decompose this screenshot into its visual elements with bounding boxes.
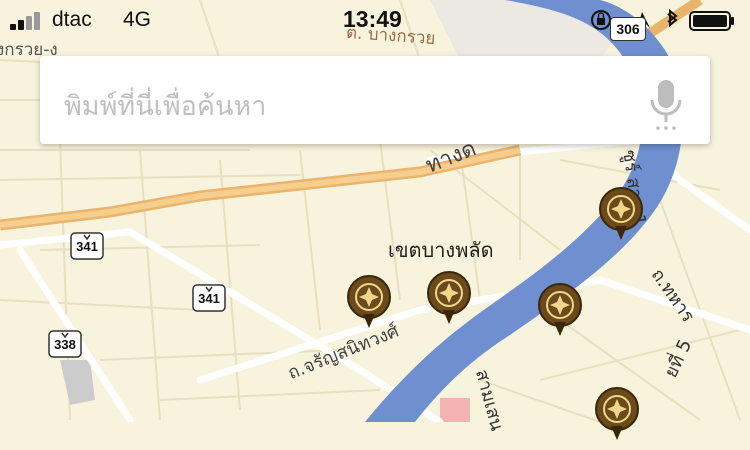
status-bar: dtac 4G 13:49 306 [0, 0, 750, 41]
temple-pin[interactable] [594, 386, 640, 446]
route-shield-label: 341 [198, 291, 220, 306]
network-type: 4G [123, 8, 152, 31]
rotation-lock-icon [591, 10, 611, 30]
route-badge-label: 306 [616, 21, 640, 37]
route-shield-341: 341 [70, 232, 104, 260]
pink-block [440, 398, 470, 422]
clock: 13:49 [343, 6, 402, 32]
label-district: เขตบางพลัด [388, 238, 494, 262]
route-shield-label: 338 [54, 337, 76, 352]
route-badge-306: 306 [610, 17, 646, 41]
carrier-name: dtac [52, 8, 92, 31]
temple-pin[interactable] [537, 282, 583, 342]
microphone-icon[interactable] [646, 76, 686, 132]
route-shield-label: 341 [76, 239, 98, 254]
temple-pin[interactable] [426, 270, 472, 330]
route-shield-338: 338 [48, 330, 82, 358]
battery-icon [689, 11, 734, 31]
bluetooth-icon [667, 8, 678, 28]
search-input[interactable]: พิมพ์ที่นี่เพื่อค้นหา [64, 84, 266, 127]
route-shield-341: 341 [192, 284, 226, 312]
temple-pin[interactable] [598, 186, 644, 246]
search-bar[interactable]: พิมพ์ที่นี่เพื่อค้นหา [40, 56, 710, 144]
signal-strength-icon [10, 12, 50, 30]
temple-pin[interactable] [346, 274, 392, 334]
